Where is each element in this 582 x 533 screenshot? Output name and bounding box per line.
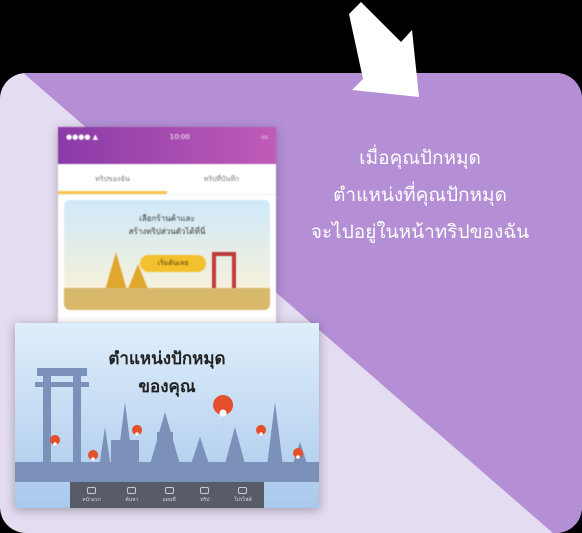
battery-icon: ▭ [261,133,268,141]
nav-item-search[interactable]: ค้นหา [125,486,138,504]
pointer-arrow-icon [349,2,419,97]
caption-line-2: ตำแหน่งที่คุณปักหมุด [333,184,507,206]
map-pin-icon[interactable] [88,450,99,469]
signal-icon: ●●●● ▲ [66,133,99,141]
trip-icon [200,486,210,494]
bottom-nav-bar: หน้าแรก ค้นหา แผนที่ ทริป โปรไฟล์ [70,482,264,508]
tab-my-trips[interactable]: ทริปของฉัน [58,164,167,194]
status-time: 10:00 [169,133,190,141]
search-icon [127,486,137,494]
phone-tabs: ทริปของฉัน ทริปที่บันทึก [58,164,276,195]
phone-mockup: ●●●● ▲ 10:00 ▭ ทริปของฉัน ทริปที่บันทึก … [58,127,276,323]
selected-map-pin-icon[interactable] [213,395,234,433]
map-pin-icon[interactable] [50,435,61,454]
profile-icon [238,486,248,494]
map-pin-icon[interactable] [132,425,143,444]
pin-location-card: ตำแหน่งปักหมุด ของคุณ หน้าแรก ค้นหา แผนท… [15,323,319,508]
phone-status-bar: ●●●● ▲ 10:00 ▭ [58,127,276,164]
nav-item-home[interactable]: หน้าแรก [82,486,101,504]
nav-item-map[interactable]: แผนที่ [163,486,176,504]
nav-item-trip[interactable]: ทริป [200,486,210,504]
map-icon [164,486,174,494]
home-icon [87,486,97,494]
caption-line-1: เมื่อคุณปักหมุด [359,147,481,169]
pins-layer [50,395,304,469]
banner-headline: เลือกร้านค้าและ สร้างทริปส่วนตัวได้ที่นี… [128,214,206,236]
caption-line-3: จะไปอยู่ในหน้าทริปของฉัน [310,221,530,243]
caption-text: เมื่อคุณปักหมุด ตำแหน่งที่คุณปักหมุด จะไ… [270,140,570,251]
tab-saved-trips[interactable]: ทริปที่บันทึก [167,164,276,194]
map-pin-icon[interactable] [293,448,304,467]
banner-ground [64,288,270,310]
trip-banner: เลือกร้านค้าและ สร้างทริปส่วนตัวได้ที่นี… [64,200,270,310]
giant-swing-icon [212,252,236,292]
nav-item-profile[interactable]: โปรไฟล์ [234,486,252,504]
map-pin-icon[interactable] [256,425,267,444]
